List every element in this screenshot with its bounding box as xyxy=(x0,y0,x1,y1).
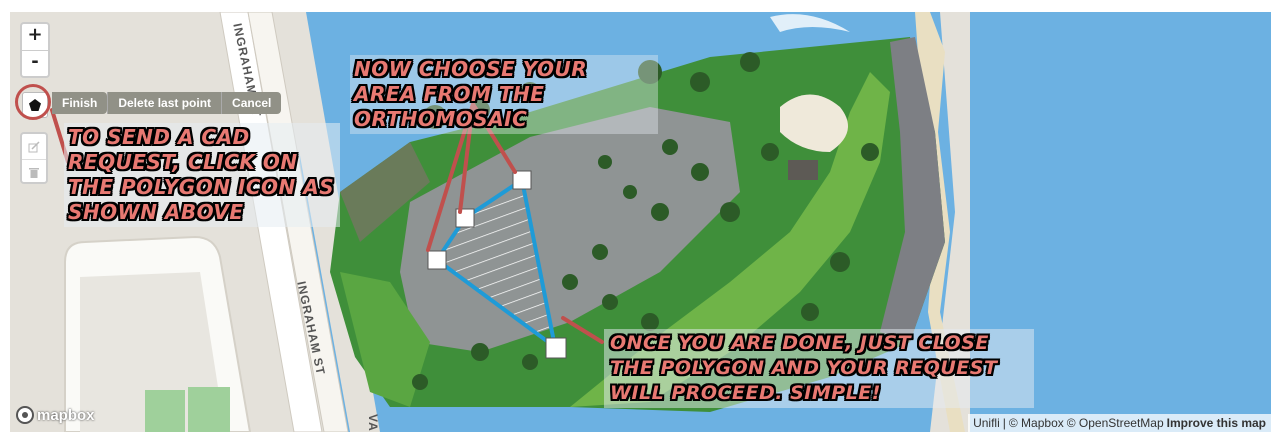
polygon-hint-annotation: To send a CAD request, click on the poly… xyxy=(64,123,340,227)
draw-polygon-button[interactable] xyxy=(22,92,48,118)
polygon-vertex[interactable] xyxy=(545,337,567,359)
zoom-out-button[interactable]: - xyxy=(22,50,48,77)
attribution-separator: | xyxy=(1002,416,1006,430)
edit-layers-button[interactable] xyxy=(22,134,46,159)
edit-control xyxy=(20,132,48,184)
edit-icon xyxy=(28,140,40,152)
improve-map-link[interactable]: Improve this map xyxy=(1167,416,1266,430)
zoom-in-button[interactable]: + xyxy=(22,24,48,50)
close-polygon-annotation: Once you are done, just close the polygo… xyxy=(604,329,1034,408)
trash-icon xyxy=(29,168,39,178)
street-label-fragment: VAC xyxy=(366,414,380,432)
mapbox-logo-icon xyxy=(16,406,34,424)
choose-area-annotation: Now choose your area from the orthomosai… xyxy=(350,55,658,134)
delete-last-point-button[interactable]: Delete last point xyxy=(107,92,222,114)
mapbox-logo-text: mapbox xyxy=(37,406,95,424)
attribution-osm[interactable]: © OpenStreetMap xyxy=(1067,416,1164,430)
mapbox-logo[interactable]: mapbox xyxy=(16,406,95,424)
delete-layers-button[interactable] xyxy=(22,159,46,185)
polygon-icon xyxy=(29,99,41,111)
map-view[interactable]: INGRAHAM ST INGRAHAM ST VAC + - Finish D… xyxy=(10,12,1271,432)
attribution-mapbox[interactable]: © Mapbox xyxy=(1009,416,1064,430)
zoom-control: + - xyxy=(20,22,50,78)
attribution-unifli[interactable]: Unifli xyxy=(973,416,1000,430)
finish-button[interactable]: Finish xyxy=(52,92,108,114)
map-attribution: Unifli | © Mapbox © OpenStreetMap Improv… xyxy=(968,414,1271,432)
cancel-button[interactable]: Cancel xyxy=(221,92,282,114)
draw-actions-toolbar: Finish Delete last point Cancel xyxy=(52,92,282,114)
polygon-vertex[interactable] xyxy=(427,250,447,270)
screenshot-frame: INGRAHAM ST INGRAHAM ST VAC + - Finish D… xyxy=(0,0,1281,448)
